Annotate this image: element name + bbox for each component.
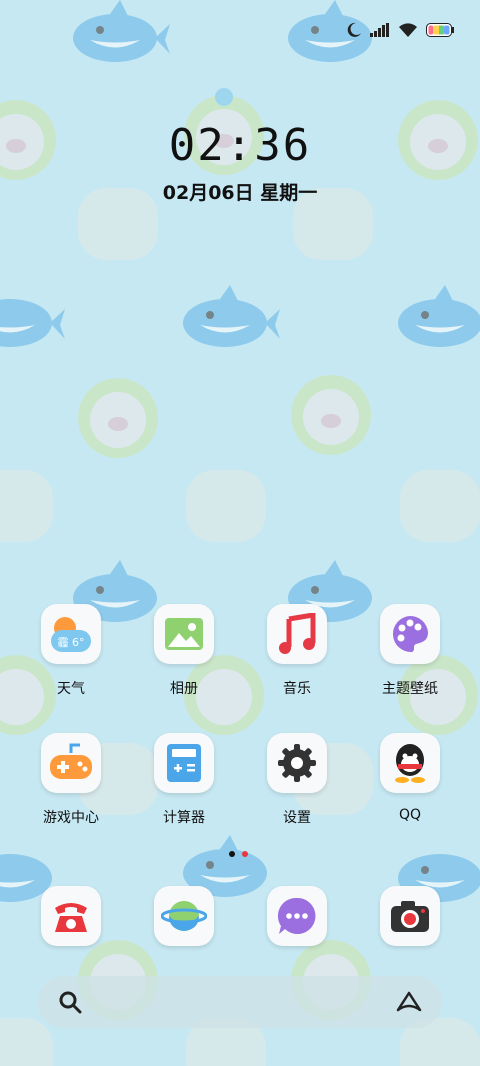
app-themes[interactable]: 主题壁纸	[365, 604, 455, 698]
clock-date: 02月06日 星期一	[162, 182, 318, 204]
app-label: 音乐	[283, 681, 311, 697]
phone-icon	[41, 886, 101, 946]
shark-decoration	[183, 285, 280, 347]
app-label: QQ	[398, 807, 422, 823]
pig-decoration	[78, 378, 158, 458]
app-qq[interactable]: QQ	[365, 733, 455, 823]
gamepad-icon	[41, 733, 101, 793]
themes-icon	[380, 604, 440, 664]
page-dot-active	[229, 851, 235, 857]
clock-time: 02:36	[168, 120, 312, 171]
gallery-icon	[154, 604, 214, 664]
moon-icon	[347, 22, 361, 37]
shark-decoration	[0, 299, 65, 347]
dock-messages[interactable]	[252, 886, 342, 946]
shark-decoration	[398, 285, 480, 347]
app-label: 游戏中心	[43, 810, 99, 826]
app-label: 设置	[283, 810, 311, 826]
weather-icon: 霾 6°	[41, 604, 101, 664]
battery-icon	[426, 23, 454, 37]
calculator-icon	[154, 733, 214, 793]
app-gallery[interactable]: 相册	[139, 604, 229, 698]
qq-penguin-icon	[380, 733, 440, 793]
camera-icon	[380, 886, 440, 946]
app-music[interactable]: 音乐	[252, 604, 342, 698]
search-icon[interactable]	[58, 990, 82, 1014]
signal-icon	[370, 23, 389, 37]
svg-text:霾 6°: 霾 6°	[58, 636, 85, 649]
search-bar[interactable]	[38, 976, 442, 1028]
fist-decoration	[186, 470, 266, 542]
dock-phone[interactable]	[26, 886, 116, 946]
status-bar	[0, 0, 480, 60]
messages-icon	[267, 886, 327, 946]
assistant-icon[interactable]	[396, 990, 422, 1014]
app-weather[interactable]: 霾 6° 天气	[26, 604, 116, 698]
pig-decoration	[291, 375, 371, 455]
page-indicator	[229, 851, 248, 857]
dock-camera[interactable]	[365, 886, 455, 946]
app-calculator[interactable]: 计算器	[139, 733, 229, 827]
browser-planet-icon	[154, 886, 214, 946]
wifi-icon	[399, 22, 417, 37]
fist-decoration	[0, 470, 53, 542]
music-icon	[267, 604, 327, 664]
app-label: 主题壁纸	[382, 681, 438, 697]
app-label: 相册	[170, 681, 198, 697]
app-label: 天气	[57, 681, 85, 697]
app-game-center[interactable]: 游戏中心	[26, 733, 116, 827]
fist-decoration	[400, 470, 480, 542]
app-settings[interactable]: 设置	[252, 733, 342, 827]
status-icons	[346, 22, 454, 38]
page-dot	[242, 851, 248, 857]
app-label: 计算器	[163, 810, 205, 826]
dock-browser[interactable]	[139, 886, 229, 946]
settings-gear-icon	[267, 733, 327, 793]
